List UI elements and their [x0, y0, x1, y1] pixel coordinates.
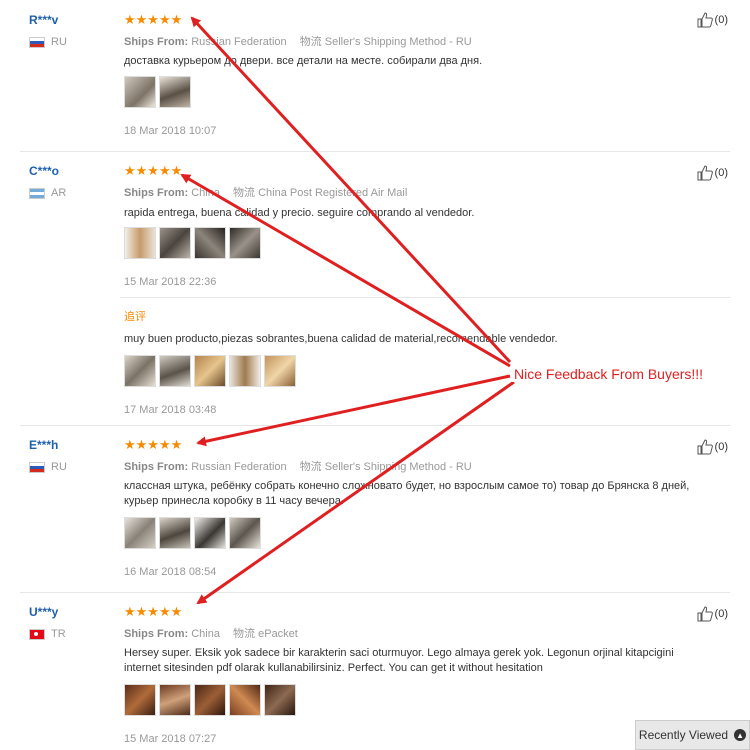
ships-from-label: Ships From: — [124, 628, 189, 640]
review-photo[interactable] — [264, 355, 296, 387]
additional-feedback-label: 追评 — [124, 311, 146, 323]
logistics-label: 物流 — [233, 187, 256, 199]
review-photo[interactable] — [159, 76, 191, 108]
review-text: rapida entrega, buena calidad y precio. … — [124, 207, 475, 219]
shipping-info: Ships From: Russian Federation 物流 Seller… — [124, 33, 472, 49]
shipping-method: Seller's Shipping Method - RU — [324, 36, 472, 48]
review-photo[interactable] — [229, 227, 261, 259]
review-photo[interactable] — [229, 684, 261, 716]
review-photo[interactable] — [124, 517, 156, 549]
helpful-button[interactable]: (0) — [697, 165, 728, 181]
shipping-info: Ships From: China 物流 ePacket — [124, 625, 298, 641]
review-date: 18 Mar 2018 10:07 — [124, 125, 217, 137]
annotation-label: Nice Feedback From Buyers!!! — [512, 366, 706, 382]
review-photo[interactable] — [159, 684, 191, 716]
helpful-button[interactable]: (0) — [697, 439, 728, 455]
review-photo[interactable] — [229, 355, 261, 387]
shipping-info: Ships From: Russian Federation 物流 Seller… — [124, 458, 472, 474]
star-rating: ★★★★★ — [124, 604, 183, 619]
review-photo[interactable] — [159, 355, 191, 387]
additional-feedback-text: muy buen producto,piezas sobrantes,buena… — [124, 333, 558, 345]
star-rating: ★★★★★ — [124, 437, 183, 452]
logistics-label: 物流 — [299, 36, 322, 48]
review-item: R***v RU ★★★★★ Ships From: Russian Feder… — [0, 0, 750, 150]
thumbs-up-icon — [697, 606, 713, 622]
review-photo[interactable] — [264, 684, 296, 716]
country-code: TR — [51, 628, 66, 640]
review-date: 16 Mar 2018 08:54 — [124, 566, 217, 578]
review-text: Hersey super. Eksik yok sadece bir karak… — [124, 647, 674, 674]
helpful-count: (0) — [714, 167, 728, 179]
logistics-label: 物流 — [233, 628, 256, 640]
review-photo[interactable] — [194, 227, 226, 259]
review-photos — [124, 227, 261, 259]
reviewer-country: TR — [29, 628, 66, 640]
reviewer-name[interactable]: E***h — [29, 438, 58, 452]
reviewer-name[interactable]: R***v — [29, 13, 58, 27]
flag-ru-icon — [29, 36, 45, 48]
reviewer-country: RU — [29, 461, 67, 473]
helpful-button[interactable]: (0) — [697, 12, 728, 28]
helpful-count: (0) — [714, 608, 728, 620]
review-photos — [124, 684, 296, 716]
review-photo[interactable] — [124, 76, 156, 108]
review-text: классная штука, ребёнку собрать конечно … — [124, 480, 690, 507]
country-code: RU — [51, 36, 67, 48]
ships-from-label: Ships From: — [124, 36, 189, 48]
chevron-up-icon: ▲ — [734, 729, 747, 741]
reviewer-country: RU — [29, 36, 67, 48]
review-photo[interactable] — [194, 684, 226, 716]
review-photo[interactable] — [229, 517, 261, 549]
ships-from-value: China — [191, 187, 220, 199]
review-photo[interactable] — [159, 517, 191, 549]
review-item: E***h RU ★★★★★ Ships From: Russian Feder… — [0, 426, 750, 591]
thumbs-up-icon — [697, 165, 713, 181]
ships-from-value: Russian Federation — [191, 36, 287, 48]
shipping-method: China Post Registered Air Mail — [258, 187, 408, 199]
divider — [120, 297, 730, 298]
review-item: C***o AR ★★★★★ Ships From: China 物流 Chin… — [0, 152, 750, 424]
country-code: AR — [51, 187, 67, 199]
thumbs-up-icon — [697, 12, 713, 28]
shipping-method: ePacket — [258, 628, 298, 640]
flag-tr-icon — [29, 628, 45, 640]
ships-from-value: China — [191, 628, 220, 640]
thumbs-up-icon — [697, 439, 713, 455]
reviewer-country: AR — [29, 187, 66, 199]
review-photos — [124, 517, 261, 549]
review-photo[interactable] — [194, 517, 226, 549]
flag-ru-icon — [29, 461, 45, 473]
review-photo[interactable] — [124, 684, 156, 716]
logistics-label: 物流 — [299, 461, 322, 473]
ships-from-label: Ships From: — [124, 187, 189, 199]
review-text: доставка курьером до двери. все детали н… — [124, 55, 483, 67]
review-photos — [124, 76, 191, 108]
reviewer-name[interactable]: U***y — [29, 605, 58, 619]
review-photo[interactable] — [159, 227, 191, 259]
shipping-method: Seller's Shipping Method - RU — [324, 461, 472, 473]
reviewer-name[interactable]: C***o — [29, 164, 59, 178]
review-date: 15 Mar 2018 22:36 — [124, 276, 217, 288]
shipping-info: Ships From: China 物流 China Post Register… — [124, 184, 407, 200]
recently-viewed-button[interactable]: Recently Viewed ▲ — [635, 720, 750, 750]
additional-feedback-date: 17 Mar 2018 03:48 — [124, 404, 217, 416]
review-photo[interactable] — [194, 355, 226, 387]
flag-ar-icon — [29, 187, 45, 199]
review-photo[interactable] — [124, 227, 156, 259]
review-date: 15 Mar 2018 07:27 — [124, 733, 217, 745]
country-code: RU — [51, 461, 67, 473]
review-photo[interactable] — [124, 355, 156, 387]
ships-from-value: Russian Federation — [191, 461, 287, 473]
star-rating: ★★★★★ — [124, 12, 183, 27]
feedback-page: R***v RU ★★★★★ Ships From: Russian Feder… — [0, 0, 750, 750]
recently-viewed-label: Recently Viewed — [638, 728, 729, 742]
helpful-count: (0) — [714, 14, 728, 26]
helpful-button[interactable]: (0) — [697, 606, 728, 622]
helpful-count: (0) — [714, 441, 728, 453]
star-rating: ★★★★★ — [124, 163, 183, 178]
ships-from-label: Ships From: — [124, 461, 189, 473]
additional-photos — [124, 355, 296, 387]
